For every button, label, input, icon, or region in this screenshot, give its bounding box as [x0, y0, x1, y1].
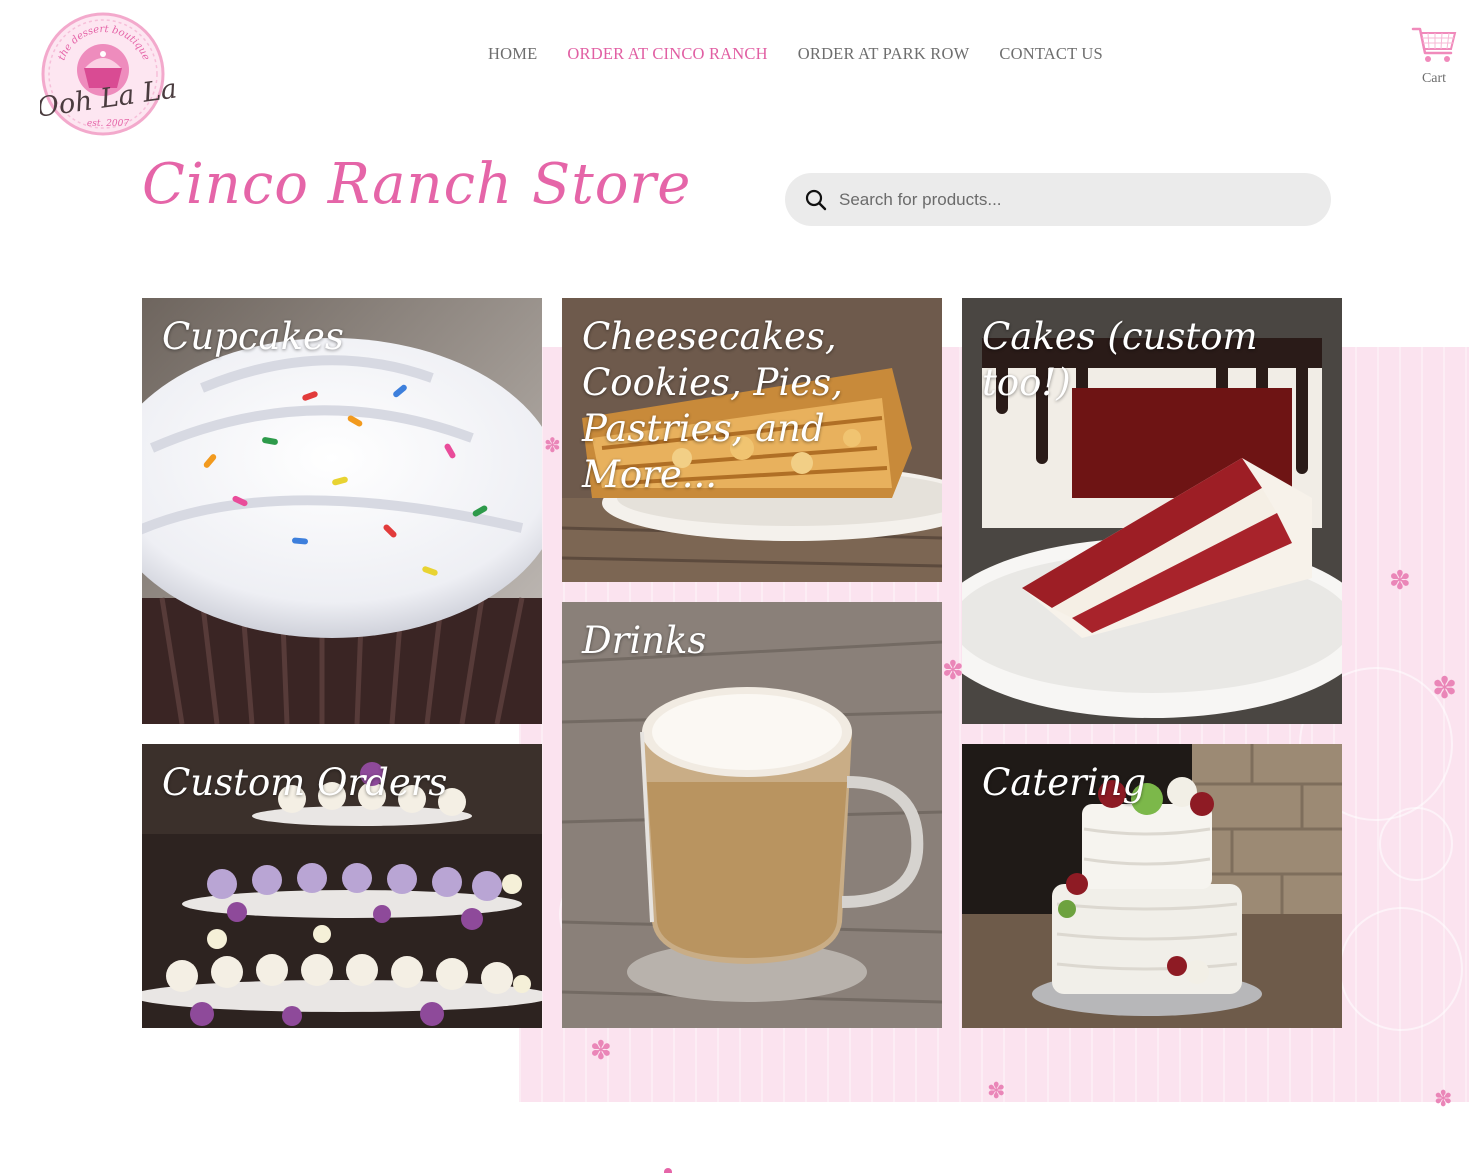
flower-icon: ✽: [1389, 566, 1411, 595]
main-nav: HOME ORDER AT CINCO RANCH ORDER AT PARK …: [488, 44, 1103, 64]
category-label: Drinks: [582, 619, 707, 662]
flower-icon: ✽: [590, 1036, 612, 1065]
cupcake-photo: [142, 298, 542, 724]
search-icon[interactable]: [805, 189, 827, 211]
svg-text:est. 2007: est. 2007: [87, 119, 129, 129]
flower-icon: ✽: [1432, 672, 1458, 705]
category-tile-drinks[interactable]: Drinks: [562, 602, 942, 1028]
category-tile-catering[interactable]: Catering: [962, 744, 1342, 1028]
category-label: Custom Orders: [162, 761, 448, 804]
category-tile-custom-orders[interactable]: Custom Orders: [142, 744, 542, 1028]
category-label: Cupcakes: [162, 315, 344, 358]
category-label: Catering: [982, 761, 1147, 804]
page-title: Cinco Ranch Store: [142, 152, 692, 217]
category-tile-cakes[interactable]: Cakes (custom too!): [962, 298, 1342, 724]
logo[interactable]: the dessert boutique Ooh La La est. 2007: [35, 12, 179, 138]
flower-icon: ✽: [544, 435, 561, 457]
category-label: Cheesecakes, Cookies, Pies, Pastries, an…: [582, 315, 843, 496]
category-tile-cupcakes[interactable]: Cupcakes: [142, 298, 542, 724]
category-label: Cakes (custom too!): [982, 315, 1258, 404]
cart-label: Cart: [1421, 71, 1447, 86]
flower-icon: ✽: [987, 1078, 1006, 1103]
nav-home[interactable]: HOME: [488, 44, 537, 64]
decorative-dot: [664, 1168, 672, 1173]
flower-icon: ✽: [942, 656, 964, 685]
cart-button[interactable]: Cart: [1410, 26, 1458, 87]
cart-icon: [1411, 27, 1457, 62]
flower-icon: ✽: [1434, 1086, 1453, 1111]
product-search: [785, 173, 1331, 226]
latte-photo: [562, 602, 942, 1028]
search-input[interactable]: [837, 188, 1301, 211]
nav-order-cinco-ranch[interactable]: ORDER AT CINCO RANCH: [567, 44, 767, 64]
nav-contact-us[interactable]: CONTACT US: [999, 44, 1103, 64]
nav-order-park-row[interactable]: ORDER AT PARK ROW: [798, 44, 970, 64]
category-tile-pies-pastries[interactable]: Cheesecakes, Cookies, Pies, Pastries, an…: [562, 298, 942, 582]
